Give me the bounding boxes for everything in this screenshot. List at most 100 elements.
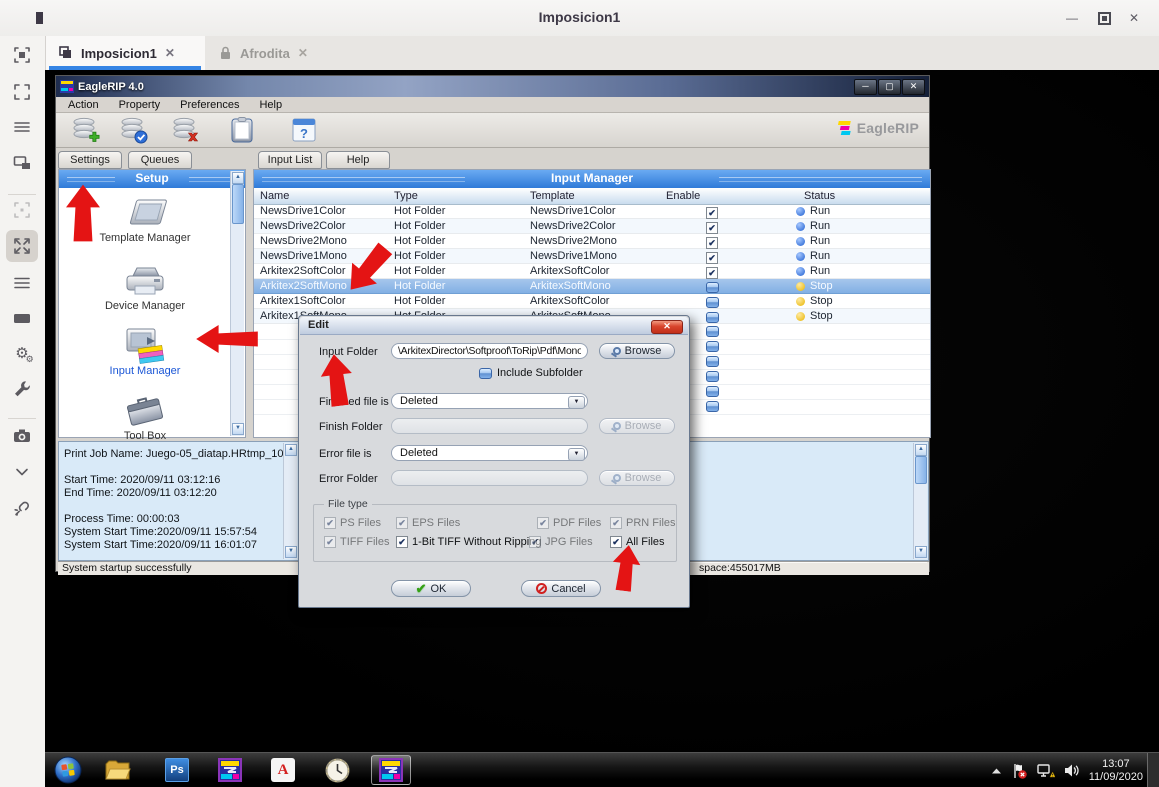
- dynamic-resolution-button[interactable]: [6, 194, 38, 226]
- menu-preferences[interactable]: Preferences: [180, 99, 239, 111]
- grab-input-button[interactable]: [6, 267, 38, 299]
- checkbox-jpg-files[interactable]: JPG Files: [529, 536, 593, 548]
- dropdown-arrow-icon[interactable]: ▼: [568, 396, 585, 409]
- error-file-select[interactable]: Deleted▼: [391, 445, 588, 461]
- checkbox-icon: [479, 368, 492, 379]
- checkbox-1bit-tiff[interactable]: 1-Bit TIFF Without Ripping: [396, 536, 541, 548]
- taskbar-acrobat[interactable]: A: [266, 755, 300, 785]
- tab-settings[interactable]: Settings: [58, 151, 122, 169]
- tab-close-icon[interactable]: ✕: [298, 46, 308, 60]
- tab-help[interactable]: Help: [326, 151, 390, 169]
- input-folder-browse-button[interactable]: Browse: [599, 343, 675, 359]
- rip-maximize-button[interactable]: ▢: [878, 79, 901, 95]
- ok-button[interactable]: OK: [391, 580, 471, 597]
- keyboard-button[interactable]: [6, 302, 38, 334]
- scroll-up-icon[interactable]: ▲: [915, 444, 927, 456]
- disconnect-button[interactable]: [6, 492, 38, 524]
- eaglerip-logo-icon: [838, 120, 853, 136]
- volume-icon[interactable]: [1064, 763, 1080, 778]
- action-center-flag-icon[interactable]: [1011, 763, 1028, 779]
- menu-lines-button[interactable]: [6, 111, 38, 143]
- checked-icon: [324, 536, 336, 548]
- annotation-arrow-input-manager: [194, 325, 260, 353]
- checkbox-eps-files[interactable]: EPS Files: [396, 517, 460, 529]
- scroll-up-icon[interactable]: ▲: [285, 444, 297, 456]
- rip-close-button[interactable]: ✕: [902, 79, 925, 95]
- taskbar-eaglerip-active[interactable]: [371, 755, 411, 785]
- network-warning-icon[interactable]: [1037, 763, 1055, 779]
- preferences-button[interactable]: ⚙⚙: [6, 337, 38, 369]
- checkbox-pdf-files[interactable]: PDF Files: [537, 517, 601, 529]
- toolbar-delete-input-button[interactable]: [170, 115, 202, 145]
- scroll-thumb[interactable]: [232, 184, 244, 224]
- checkbox-tiff-files[interactable]: TIFF Files: [324, 536, 390, 548]
- taskbar-clock-app[interactable]: [320, 755, 354, 785]
- multi-window-button[interactable]: [6, 147, 38, 179]
- eaglerip-titlebar[interactable]: EagleRIP 4.0 ─ ▢ ✕: [56, 76, 929, 97]
- tool-box-icon: [121, 392, 169, 430]
- checked-icon: [324, 517, 336, 529]
- taskbar-explorer[interactable]: [100, 755, 134, 785]
- tab-afrodita[interactable]: Afrodita ✕: [205, 36, 335, 70]
- fullscreen-button[interactable]: [6, 76, 38, 108]
- finished-file-select[interactable]: Deleted▼: [391, 393, 588, 409]
- app-close-button[interactable]: ✕: [1123, 8, 1145, 28]
- scaled-mode-button[interactable]: [6, 230, 38, 262]
- checkbox-prn-files[interactable]: PRN Files: [610, 517, 676, 529]
- screenshot-button[interactable]: [6, 420, 38, 452]
- table-row[interactable]: NewsDrive2ColorHot FolderNewsDrive2Color…: [254, 219, 930, 234]
- table-row[interactable]: Arkitex1SoftColorHot FolderArkitexSoftCo…: [254, 294, 930, 309]
- col-template: Template: [530, 190, 575, 202]
- status-message: System startup successfully: [62, 562, 192, 574]
- start-button[interactable]: [51, 755, 85, 785]
- menu-help[interactable]: Help: [259, 99, 282, 111]
- app-minimize-button[interactable]: —: [1061, 8, 1083, 28]
- cancel-button[interactable]: Cancel: [521, 580, 601, 597]
- log-line: Start Time: 2020/09/11 03:12:16: [59, 474, 284, 487]
- setup-scrollbar[interactable]: ▲ ▼: [230, 171, 244, 436]
- fit-window-button[interactable]: [6, 39, 38, 71]
- table-row[interactable]: NewsDrive1ColorHot FolderNewsDrive1Color…: [254, 204, 930, 219]
- dialog-close-button[interactable]: ✕: [651, 320, 683, 334]
- include-subfolder-checkbox[interactable]: Include Subfolder: [479, 367, 583, 379]
- toolbar-report-button[interactable]: [226, 115, 258, 145]
- tab-queues[interactable]: Queues: [128, 151, 192, 169]
- setup-item-device-manager[interactable]: Device Manager: [59, 262, 231, 312]
- toolbar-add-input-button[interactable]: [70, 115, 102, 145]
- dropdown-arrow-icon[interactable]: ▼: [568, 448, 585, 461]
- system-tray: 13:07 11/09/2020: [991, 753, 1143, 787]
- scroll-thumb[interactable]: [915, 456, 927, 484]
- minimize-toolbar-button[interactable]: [6, 456, 38, 488]
- menu-action[interactable]: Action: [68, 99, 99, 111]
- wrench-icon: [12, 379, 32, 399]
- toolbar-help-button[interactable]: ?: [288, 115, 320, 145]
- tab-close-icon[interactable]: ✕: [165, 46, 175, 60]
- status-dot: [796, 297, 805, 306]
- edit-dialog-titlebar[interactable]: Edit ✕: [300, 317, 688, 335]
- job-log-panel: Print Job Name: Juego-05_diatap.HRtmp_10…: [58, 441, 299, 561]
- tray-clock[interactable]: 13:07 11/09/2020: [1089, 758, 1143, 784]
- show-desktop-button[interactable]: [1147, 753, 1159, 787]
- disk-space: space:455017MB: [670, 562, 927, 574]
- menu-property[interactable]: Property: [119, 99, 161, 111]
- scroll-down-icon[interactable]: ▼: [915, 546, 927, 558]
- toolbar-enable-input-button[interactable]: [118, 115, 150, 145]
- taskbar-photoshop[interactable]: Ps: [160, 755, 194, 785]
- rip-minimize-button[interactable]: ─: [854, 79, 877, 95]
- table-row[interactable]: NewsDrive2MonoHot FolderNewsDrive2MonoRu…: [254, 234, 930, 249]
- checkbox-ps-files[interactable]: PS Files: [324, 517, 381, 529]
- job-log-scrollbar[interactable]: ▲ ▼: [283, 443, 297, 559]
- tray-expand-icon[interactable]: [991, 767, 1002, 775]
- app-maximize-button[interactable]: [1093, 8, 1115, 28]
- status-dot: [796, 207, 805, 216]
- tab-input-list[interactable]: Input List: [258, 151, 322, 169]
- scroll-down-icon[interactable]: ▼: [232, 423, 244, 435]
- taskbar-eaglerip[interactable]: [213, 755, 247, 785]
- system-log-scrollbar[interactable]: ▲ ▼: [913, 443, 927, 559]
- tools-button[interactable]: [6, 373, 38, 405]
- scroll-up-icon[interactable]: ▲: [232, 172, 244, 184]
- tab-imposicion1[interactable]: Imposicion1 ✕: [45, 36, 205, 70]
- setup-item-tool-box[interactable]: Tool Box: [59, 392, 231, 442]
- input-folder-field[interactable]: [391, 343, 588, 359]
- scroll-down-icon[interactable]: ▼: [285, 546, 297, 558]
